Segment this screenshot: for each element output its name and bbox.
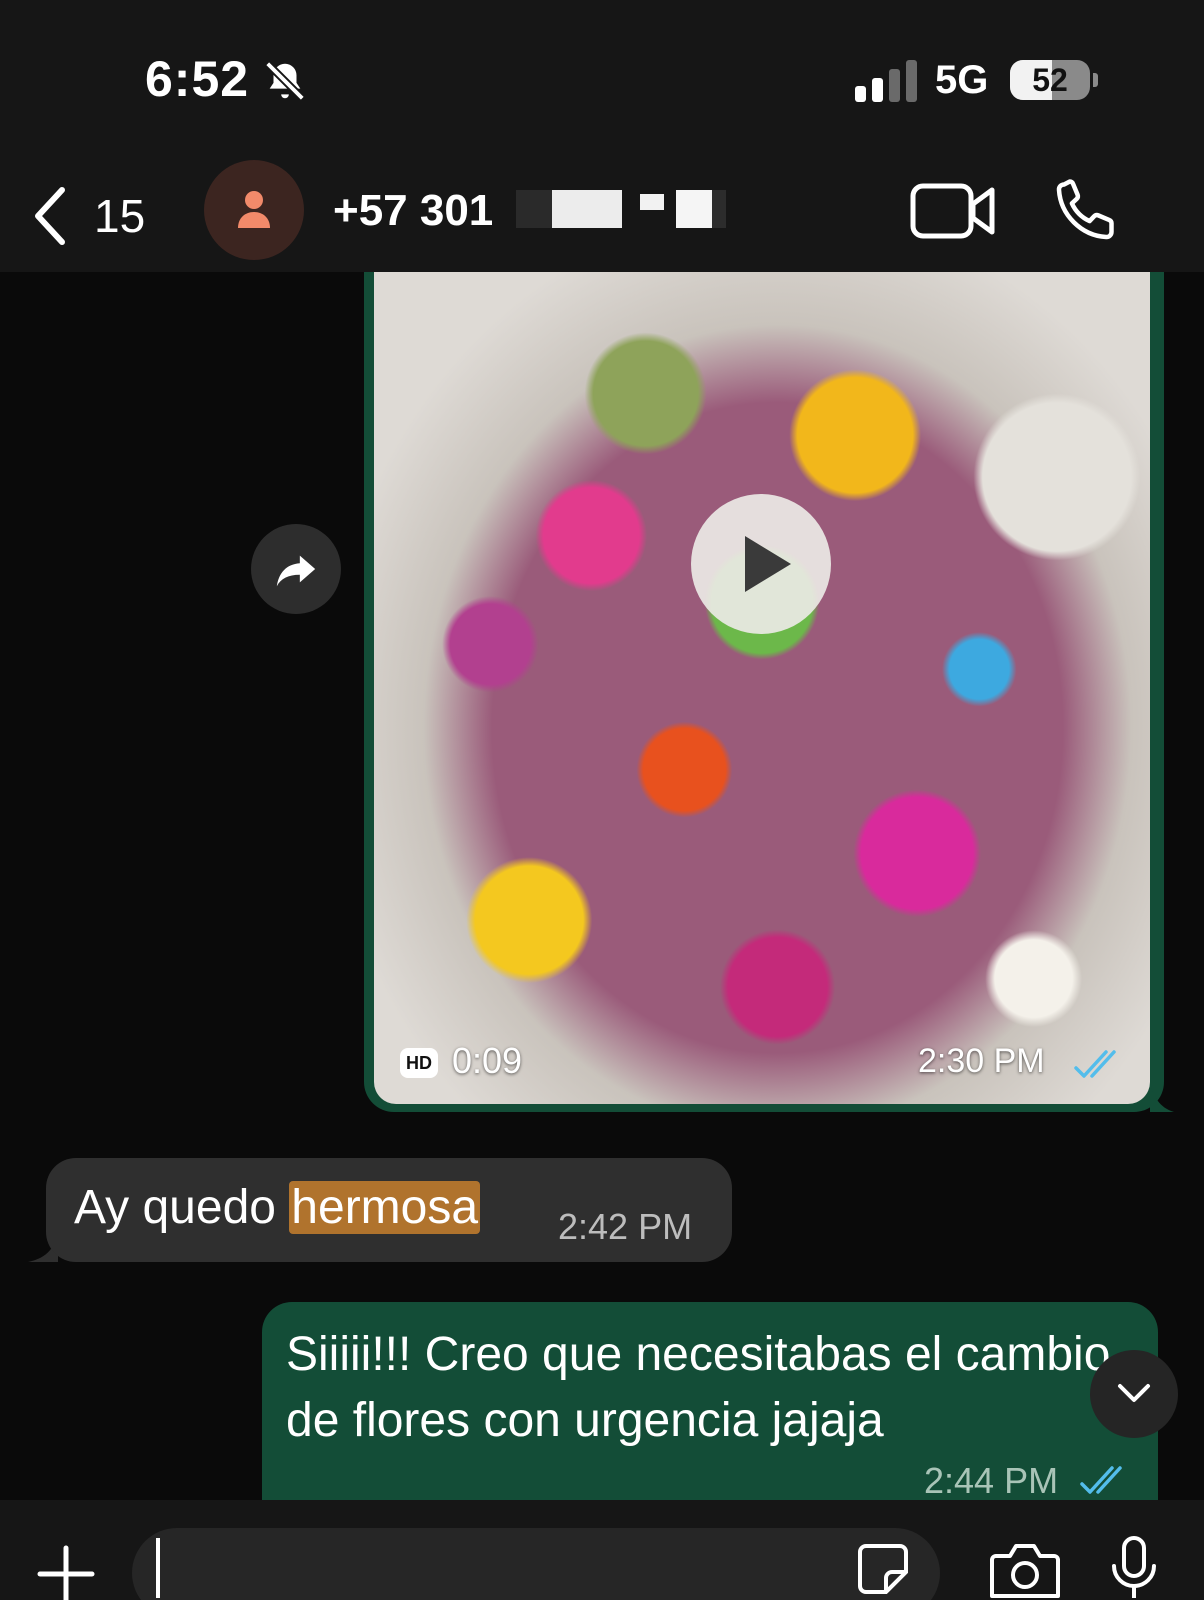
message-time: 2:44 PM	[924, 1460, 1059, 1500]
text-cursor	[156, 1538, 160, 1598]
chevron-left-icon	[35, 187, 65, 245]
message-time: 2:42 PM	[558, 1206, 693, 1247]
avatar[interactable]	[204, 160, 304, 260]
video-duration: 0:09	[452, 1040, 523, 1081]
play-icon	[745, 536, 791, 592]
message-time: 2:30 PM	[918, 1042, 1045, 1080]
battery-percent: 52	[1032, 62, 1068, 98]
forward-icon	[276, 555, 316, 587]
redaction-block	[712, 190, 726, 228]
double-check-icon	[1080, 1466, 1122, 1494]
status-time: 6:52	[145, 51, 250, 107]
battery-nub	[1093, 73, 1098, 87]
camera-icon[interactable]	[990, 1540, 1060, 1600]
microphone-icon[interactable]	[1110, 1536, 1158, 1600]
redaction-block	[640, 194, 664, 210]
bubble-tail	[1150, 1080, 1174, 1112]
contact-name[interactable]: +57 301	[333, 186, 493, 236]
phone-icon[interactable]	[1050, 174, 1122, 246]
unread-count: 15	[94, 190, 146, 242]
plus-icon[interactable]	[36, 1544, 96, 1600]
chat-messages[interactable]: HD 0:09 2:30 PM Ay quedo hermosa 2:42 PM…	[0, 272, 1204, 1500]
video-message[interactable]: HD 0:09 2:30 PM	[364, 272, 1164, 1112]
scroll-down-button[interactable]	[1090, 1350, 1178, 1438]
play-button[interactable]	[691, 494, 831, 634]
outgoing-message[interactable]: Siiiii!!! Creo que necesitabas el cambio…	[262, 1302, 1158, 1500]
hd-badge: HD	[400, 1048, 438, 1078]
battery-icon: 52	[1010, 60, 1090, 100]
message-text: Siiiii!!! Creo que necesitabas el cambio…	[286, 1328, 1111, 1447]
back-button[interactable]: 15	[30, 180, 145, 252]
chevron-down-icon	[1118, 1384, 1150, 1402]
message-input[interactable]	[132, 1528, 940, 1600]
forward-button[interactable]	[251, 524, 341, 614]
chat-header: 15 +57 301	[0, 160, 1204, 272]
search-highlight: hermosa	[289, 1181, 481, 1234]
video-call-icon[interactable]	[910, 180, 996, 242]
message-composer	[0, 1500, 1204, 1600]
incoming-message[interactable]: Ay quedo hermosa 2:42 PM	[46, 1158, 732, 1262]
status-bar: 6:52 5G 52	[0, 0, 1204, 160]
message-text-plain: Ay quedo	[74, 1181, 290, 1234]
signal-strength-icon	[855, 60, 917, 102]
double-check-icon	[1074, 1050, 1116, 1078]
bell-off-icon	[265, 61, 305, 101]
network-type: 5G	[935, 58, 989, 102]
redaction-block	[552, 190, 622, 228]
person-icon	[238, 191, 270, 228]
redaction-block	[676, 190, 712, 228]
sticker-icon[interactable]	[856, 1542, 910, 1596]
battery-indicator: 52	[1010, 58, 1098, 104]
message-text: Ay quedo hermosa	[74, 1180, 481, 1235]
video-thumbnail[interactable]: HD 0:09 2:30 PM	[374, 272, 1150, 1104]
